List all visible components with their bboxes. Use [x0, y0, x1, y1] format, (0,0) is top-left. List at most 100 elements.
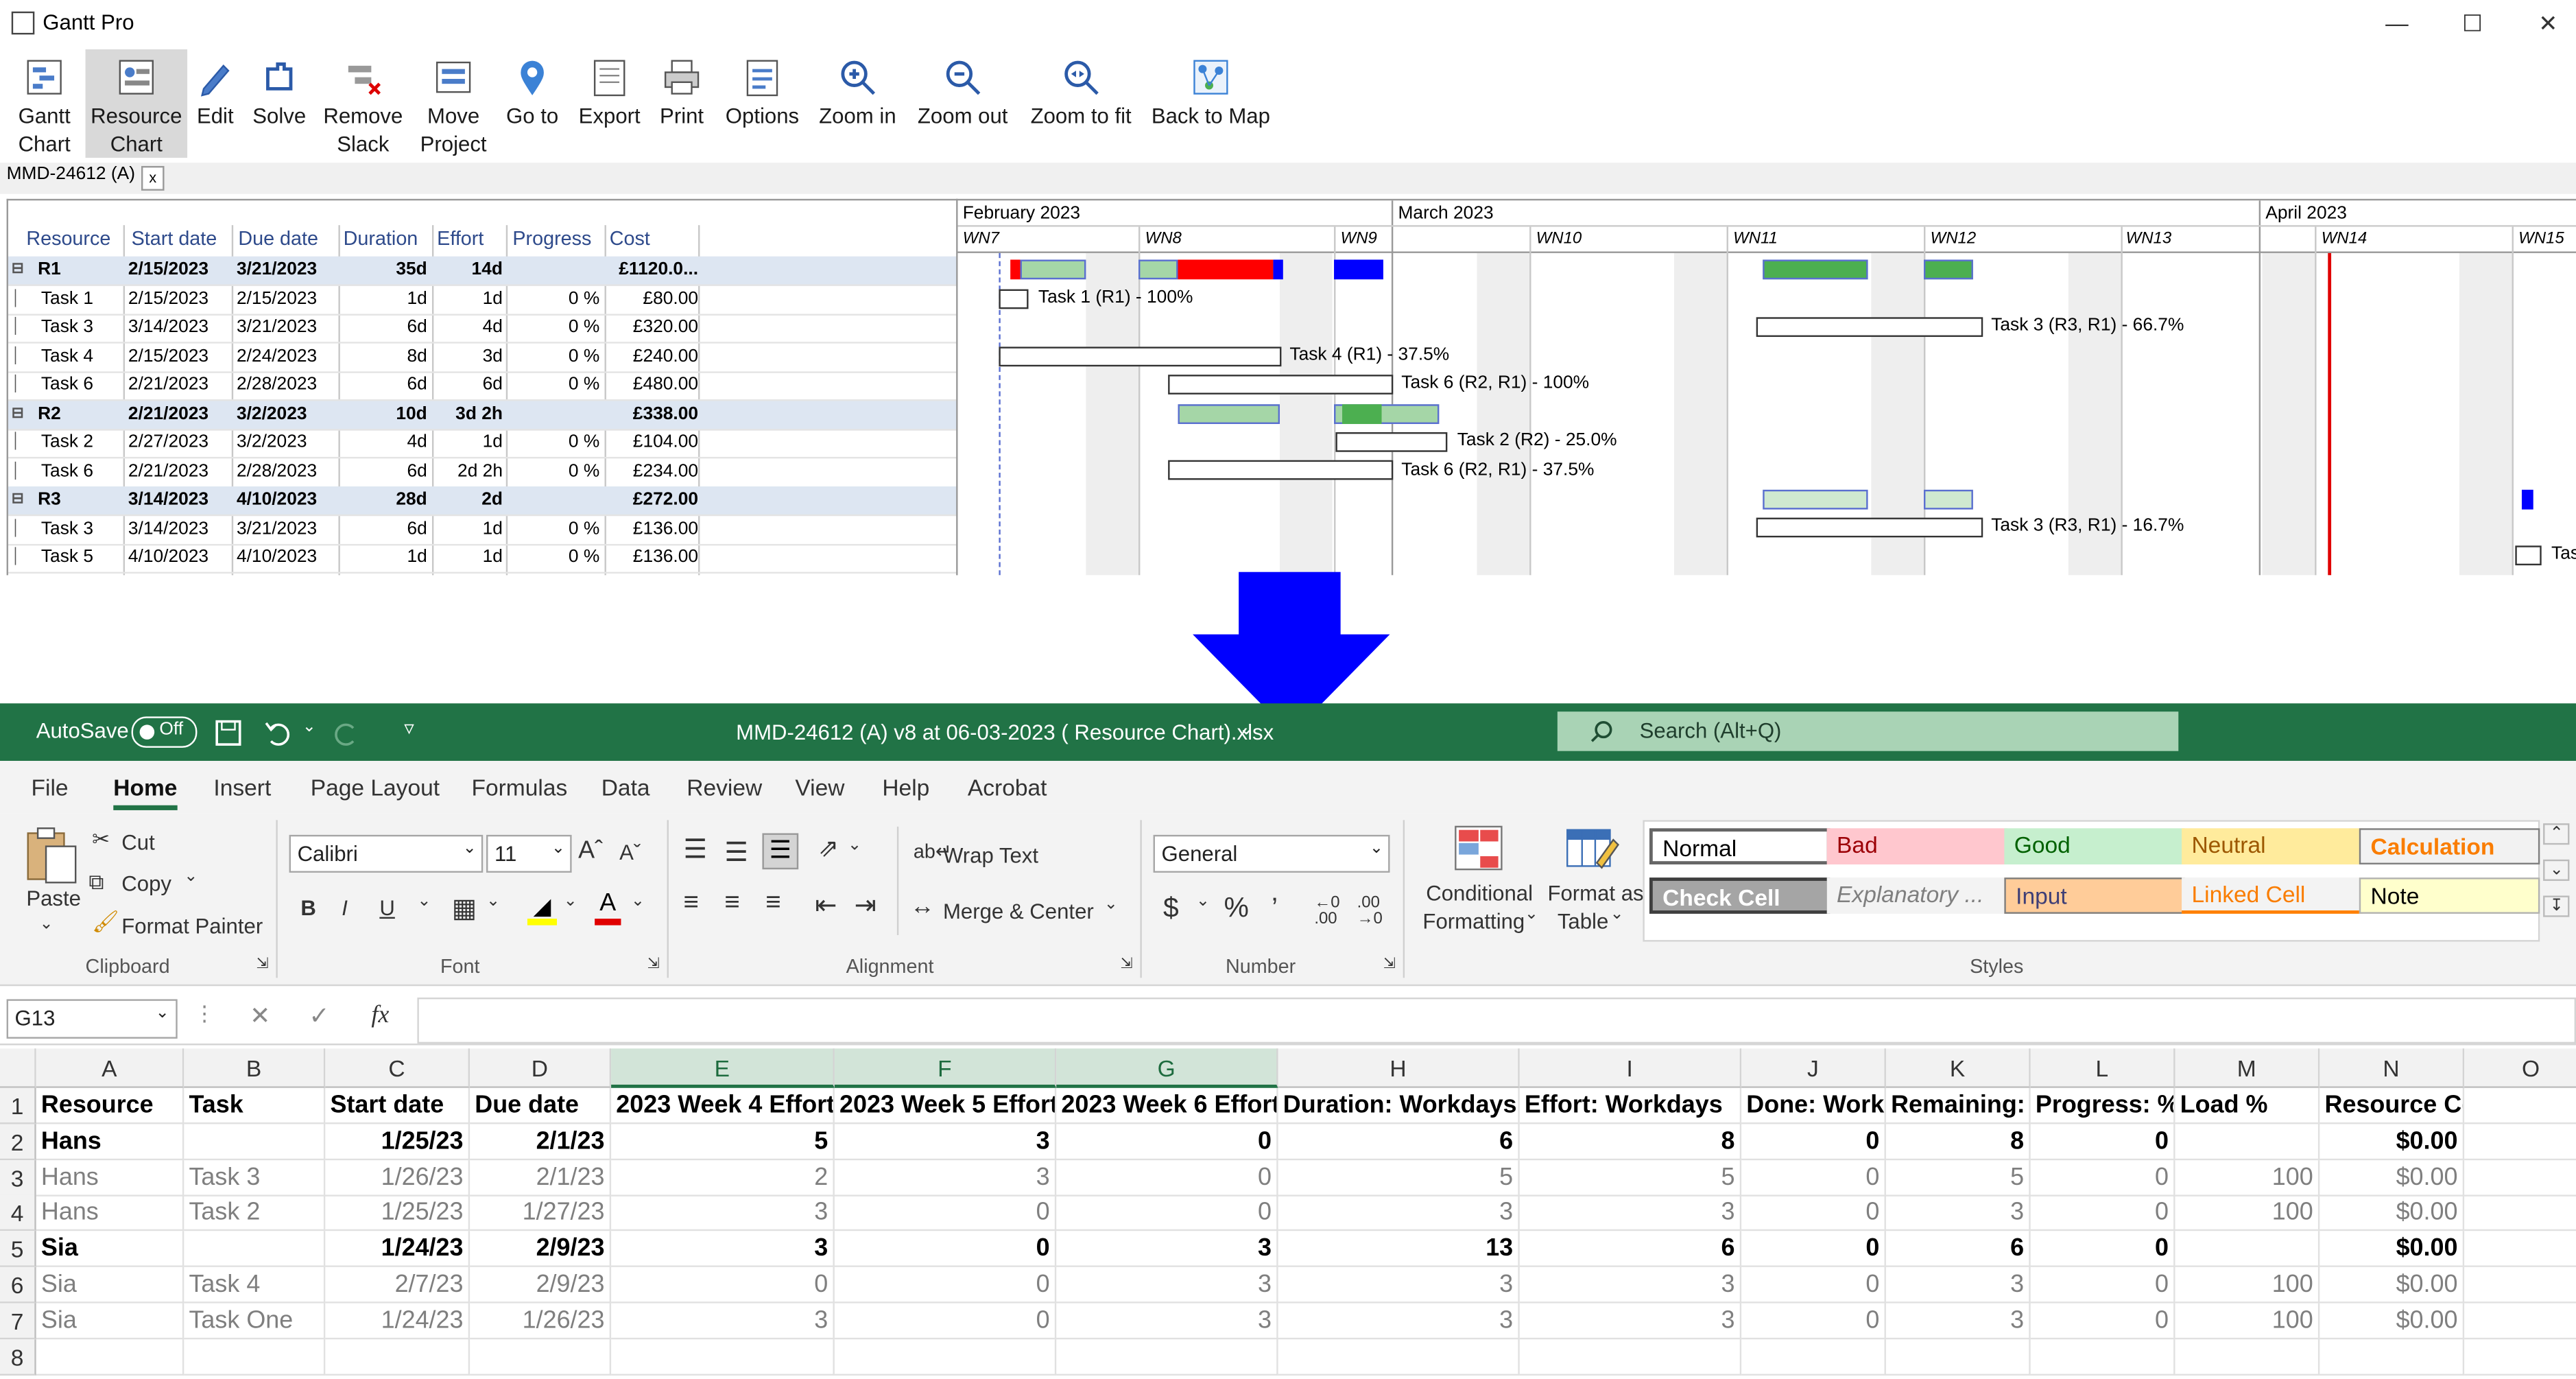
save-icon[interactable] — [213, 718, 243, 748]
table-cell[interactable] — [1519, 1339, 1742, 1375]
cancel-entry-icon[interactable]: ✕ — [250, 1001, 270, 1030]
tab-help[interactable]: Help — [882, 774, 929, 800]
table-cell[interactable]: Task 2 — [184, 1195, 326, 1232]
column-header[interactable]: A — [36, 1048, 184, 1088]
table-cell[interactable] — [2464, 1303, 2576, 1339]
wrap-text-label[interactable]: Wrap Text — [943, 843, 1038, 868]
task-bar[interactable] — [1168, 375, 1394, 394]
resource-group-row[interactable]: ⊟ R2 2/21/2023 3/2/2023 10d 3d 2h £338.00 — [8, 400, 958, 430]
table-cell[interactable]: 3 — [1885, 1195, 2031, 1232]
table-cell[interactable]: 3 — [611, 1195, 835, 1232]
table-cell[interactable]: 2/9/23 — [470, 1231, 612, 1268]
table-cell[interactable] — [36, 1339, 184, 1375]
table-cell[interactable] — [2464, 1231, 2576, 1268]
header-cell[interactable]: Start date — [325, 1087, 470, 1124]
tab-file[interactable]: File — [32, 774, 69, 800]
undo-icon[interactable] — [263, 718, 292, 748]
table-cell[interactable]: 3 — [1519, 1303, 1742, 1339]
format-as-table-label2[interactable]: Table — [1558, 909, 1608, 934]
task-row[interactable]: │ Task 6 2/21/2023 2/28/2023 6d 6d 0 % £480.00 — [8, 371, 958, 401]
header-cell[interactable]: 2023 Week 6 Effort — [1056, 1087, 1278, 1124]
column-header[interactable]: N — [2319, 1048, 2465, 1088]
copy-label[interactable]: Copy — [121, 871, 171, 896]
paste-dropdown-icon[interactable]: ⌄ — [39, 915, 53, 933]
table-cell[interactable]: 3 — [834, 1159, 1057, 1196]
row-header[interactable]: 3 — [0, 1159, 36, 1196]
solve-button[interactable]: Solve — [250, 49, 309, 158]
resource-group-row[interactable]: ⊟ R1 2/15/2023 3/21/2023 35d 14d £1120.0... — [8, 256, 958, 286]
cut-icon[interactable]: ✂ — [92, 827, 110, 853]
format-as-table-label1[interactable]: Format as — [1547, 881, 1643, 906]
styles-scroll-down-icon[interactable]: ⌄ — [2543, 859, 2571, 881]
table-cell[interactable]: Task 4 — [184, 1266, 326, 1304]
redo-icon[interactable] — [332, 718, 361, 748]
align-bottom-icon[interactable]: ☰ — [762, 833, 799, 870]
table-cell[interactable]: 100 — [2175, 1266, 2320, 1304]
font-launcher-icon[interactable]: ⇲ — [647, 955, 660, 973]
table-cell[interactable]: 1/24/23 — [325, 1231, 470, 1268]
table-cell[interactable]: 2/7/23 — [325, 1266, 470, 1304]
row-header[interactable]: 5 — [0, 1231, 36, 1268]
decrease-font-icon[interactable]: Aˇ — [619, 840, 641, 864]
column-header[interactable]: E — [611, 1048, 835, 1088]
table-cell[interactable] — [184, 1339, 326, 1375]
conditional-formatting-icon[interactable] — [1453, 823, 1505, 873]
align-middle-icon[interactable]: ☰ — [724, 836, 748, 869]
format-as-table-icon[interactable] — [1564, 823, 1620, 873]
file-title[interactable]: MMD-24612 (A) v8 at 06-03-2023 ( Resourc… — [736, 720, 1274, 744]
number-launcher-icon[interactable]: ⇲ — [1383, 955, 1396, 973]
table-cell[interactable]: 0 — [2030, 1195, 2175, 1232]
table-cell[interactable]: 1/27/23 — [470, 1195, 612, 1232]
table-cell[interactable]: 13 — [1278, 1231, 1520, 1268]
fill-color-icon[interactable]: ◢ — [527, 893, 558, 926]
header-cell[interactable] — [2464, 1088, 2576, 1124]
table-cell[interactable] — [2319, 1339, 2465, 1375]
task-row[interactable]: │ Task 3 3/14/2023 3/21/2023 6d 4d 0 % £320.00 — [8, 314, 958, 344]
table-cell[interactable]: 3 — [1278, 1303, 1520, 1339]
styles-scroll-up-icon[interactable]: ⌃ — [2543, 823, 2571, 845]
document-tab-close-icon[interactable]: x — [141, 165, 165, 191]
column-header[interactable]: L — [2030, 1048, 2175, 1088]
table-cell[interactable]: 100 — [2175, 1303, 2320, 1339]
back-to-map-button[interactable]: Back to Map — [1150, 49, 1272, 158]
merge-center-label[interactable]: Merge & Center — [943, 899, 1094, 923]
align-left-icon[interactable]: ≡ — [683, 889, 698, 919]
table-cell[interactable]: $0.00 — [2319, 1231, 2465, 1268]
tab-data[interactable]: Data — [601, 774, 650, 800]
print-button[interactable]: Print — [654, 49, 709, 158]
table-cell[interactable]: 0 — [2030, 1231, 2175, 1268]
table-cell[interactable]: 0 — [1741, 1159, 1886, 1196]
task-bar[interactable] — [1335, 432, 1448, 452]
load-bar[interactable] — [1924, 259, 1973, 280]
task-row[interactable]: │ Task 2 2/27/2023 3/2/2023 4d 1d 0 % £104.00 — [8, 429, 958, 459]
table-cell[interactable] — [2175, 1339, 2320, 1375]
table-cell[interactable]: 0 — [1741, 1266, 1886, 1304]
table-cell[interactable]: 2/1/23 — [470, 1123, 612, 1160]
customize-qat-icon[interactable]: ▿ — [404, 716, 414, 740]
formula-more-icon[interactable]: ⋮ — [194, 1001, 215, 1027]
col-header-start-date[interactable]: Start date — [132, 227, 217, 252]
header-cell[interactable]: Done: Workd — [1741, 1087, 1886, 1124]
column-header[interactable]: H — [1278, 1048, 1520, 1088]
table-cell[interactable] — [2464, 1339, 2576, 1375]
table-cell[interactable] — [2464, 1159, 2576, 1196]
style-good[interactable]: Good — [2004, 828, 2185, 864]
styles-more-icon[interactable]: ↧ — [2543, 895, 2571, 917]
align-top-icon[interactable]: ☰ — [683, 833, 706, 866]
task-row[interactable]: │ Task 4 2/15/2023 2/24/2023 8d 3d 0 % £240.00 — [8, 342, 958, 373]
bold-icon[interactable]: B — [300, 895, 315, 920]
zoom-out-button[interactable]: Zoom out — [914, 49, 1012, 158]
number-format-combo[interactable]: General ⌄ — [1153, 834, 1390, 873]
autosave-toggle[interactable]: Off — [131, 716, 198, 748]
table-cell[interactable] — [1056, 1339, 1278, 1375]
table-cell[interactable]: 3 — [1056, 1231, 1278, 1268]
load-bar[interactable] — [1138, 259, 1178, 280]
tab-review[interactable]: Review — [687, 774, 762, 800]
table-cell[interactable]: 3 — [1519, 1195, 1742, 1232]
table-cell[interactable] — [184, 1231, 326, 1268]
italic-icon[interactable]: I — [342, 895, 348, 920]
clipboard-launcher-icon[interactable]: ⇲ — [257, 955, 269, 973]
load-bar-blue[interactable] — [1334, 259, 1383, 280]
name-box[interactable]: G13 ⌄ — [6, 999, 178, 1039]
table-cell[interactable]: $0.00 — [2319, 1266, 2465, 1304]
